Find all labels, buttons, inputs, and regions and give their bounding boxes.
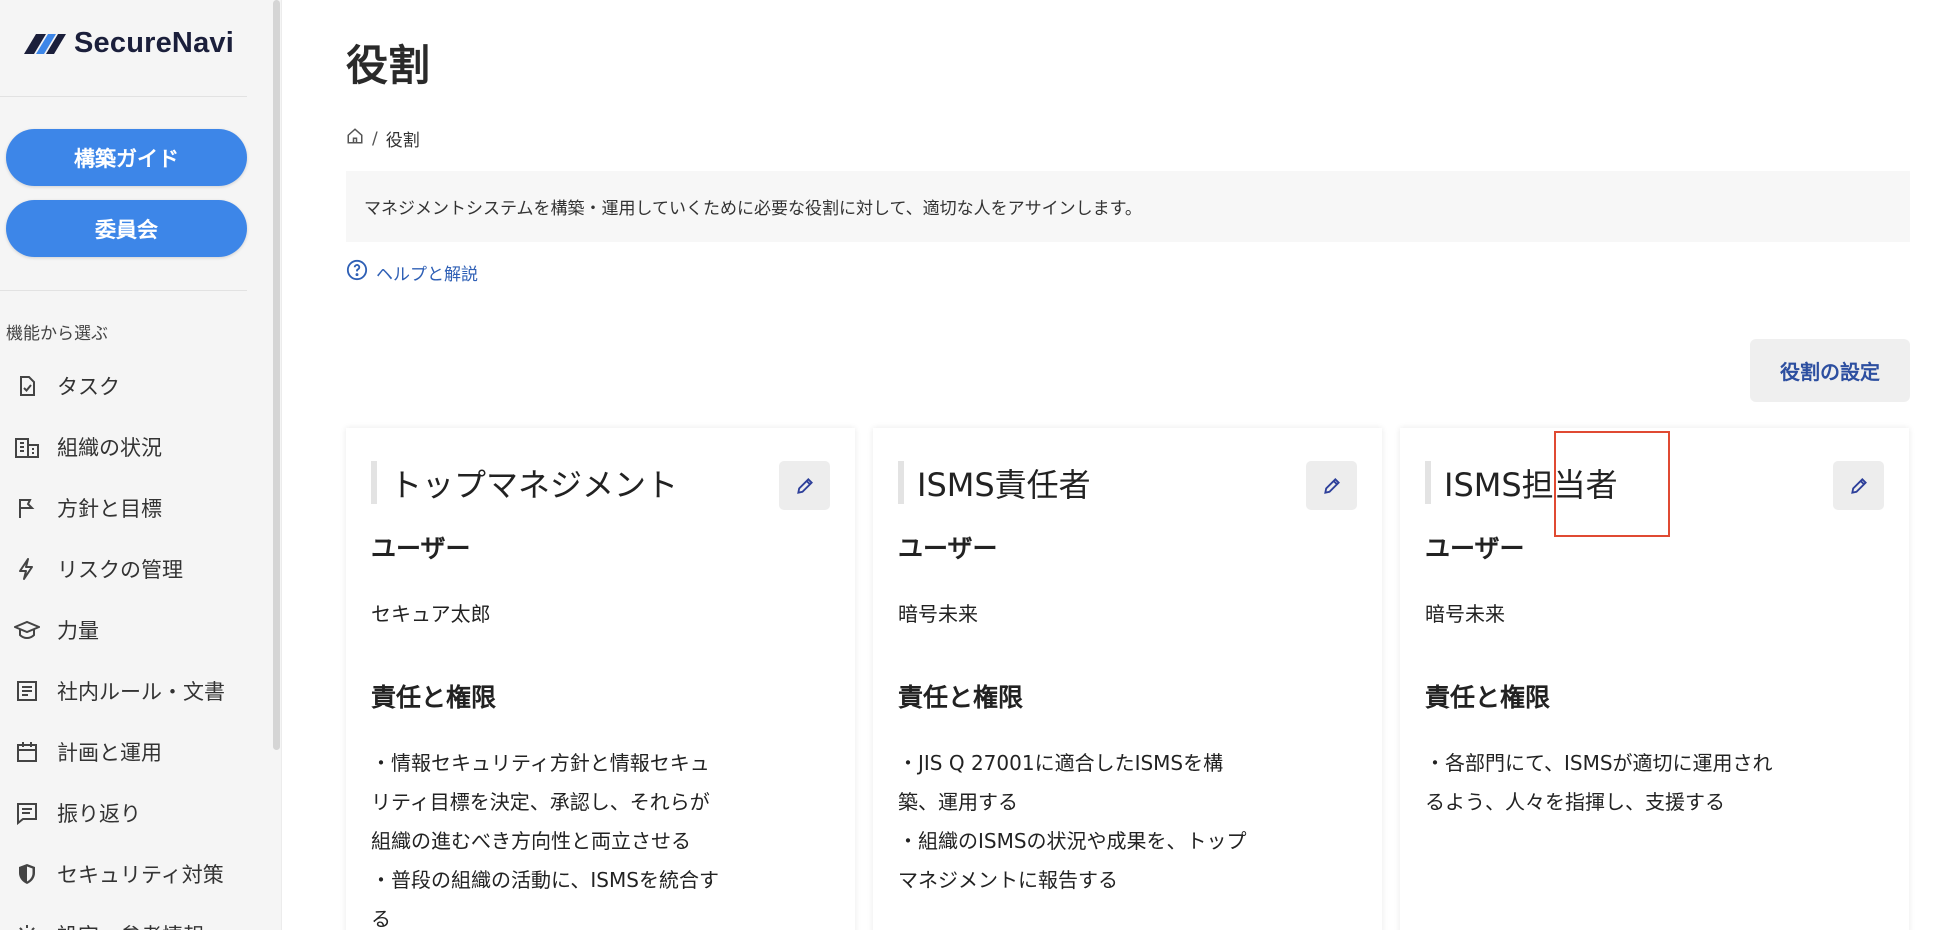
sidebar-nav: タスク 組織の状況 方針と目標 リスクの管理 力量 社内ルール・文書 計画と運用… (0, 355, 247, 930)
sidebar-item-review[interactable]: 振り返り (0, 782, 247, 843)
sidebar-item-label: リスクの管理 (57, 557, 183, 582)
sidebar-divider (0, 96, 247, 97)
home-icon[interactable] (346, 127, 364, 150)
sidebar-divider (0, 290, 247, 291)
role-card-top-management: トップマネジメント ユーザー セキュア太郎 責任と権限 ・情報セキュリティ方針と… (346, 428, 855, 930)
sidebar-item-policy[interactable]: 方針と目標 (0, 477, 247, 538)
sidebar-item-label: 計画と運用 (57, 740, 162, 765)
sidebar-item-label: 設定・参考情報 (57, 920, 204, 930)
highlight-box (1554, 431, 1670, 537)
pencil-icon (1850, 477, 1867, 494)
responsibility-text: ・JIS Q 27001に適合したISMSを構 築、運用する ・組織のISMSの… (898, 751, 1247, 892)
edit-role-button[interactable] (779, 461, 830, 510)
breadcrumb: / 役割 (346, 126, 420, 151)
help-circle-icon (346, 259, 368, 286)
sidebar-item-label: 組織の状況 (57, 435, 162, 460)
sidebar-item-documents[interactable]: 社内ルール・文書 (0, 660, 247, 721)
pencil-icon (1323, 477, 1340, 494)
role-card-isms-manager: ISMS責任者 ユーザー 暗号未来 責任と権限 ・JIS Q 27001に適合し… (873, 428, 1382, 930)
sidebar-item-risk[interactable]: リスクの管理 (0, 538, 247, 599)
user-heading: ユーザー (371, 534, 471, 563)
document-icon (14, 678, 40, 704)
flag-icon (14, 495, 40, 521)
responsibility-heading: 責任と権限 (1425, 683, 1551, 712)
sidebar-item-label: 振り返り (57, 801, 141, 826)
help-link-label: ヘルプと解説 (376, 265, 478, 285)
construction-guide-button[interactable]: 構築ガイド (6, 129, 247, 186)
securenavi-logo-icon (24, 34, 66, 54)
responsibility-text: ・各部門にて、ISMSが適切に運用され るよう、人々を指揮し、支援する (1425, 751, 1773, 814)
task-doc-icon (14, 373, 40, 399)
graduation-cap-icon (14, 617, 40, 643)
review-icon (14, 800, 40, 826)
edit-role-button[interactable] (1833, 461, 1884, 510)
lightning-icon (14, 556, 40, 582)
gear-icon (14, 922, 40, 930)
sidebar-item-planning[interactable]: 計画と運用 (0, 721, 247, 782)
assigned-user: セキュア太郎 (371, 602, 491, 626)
edit-role-button[interactable] (1306, 461, 1357, 510)
sidebar-item-label: タスク (57, 374, 120, 399)
assigned-user: 暗号未来 (1425, 602, 1505, 626)
breadcrumb-current: 役割 (385, 131, 420, 151)
sidebar-item-organization[interactable]: 組織の状況 (0, 416, 247, 477)
app-root: SecureNavi 構築ガイド 委員会 機能から選ぶ タスク 組織の状況 方針… (0, 0, 1948, 930)
sidebar-item-security[interactable]: セキュリティ対策 (0, 843, 247, 904)
responsibility-heading: 責任と権限 (371, 683, 497, 712)
user-heading: ユーザー (1425, 534, 1525, 563)
sidebar-item-label: 方針と目標 (57, 496, 162, 521)
shield-icon (14, 861, 40, 887)
committee-button[interactable]: 委員会 (6, 200, 247, 257)
sidebar: SecureNavi 構築ガイド 委員会 機能から選ぶ タスク 組織の状況 方針… (0, 0, 282, 930)
responsibility-heading: 責任と権限 (898, 683, 1024, 712)
help-link[interactable]: ヘルプと解説 (346, 259, 478, 286)
page-title: 役割 (346, 41, 431, 90)
sidebar-item-settings[interactable]: 設定・参考情報 (0, 904, 247, 930)
calendar-icon (14, 739, 40, 765)
role-card-title: ISMS責任者 (898, 461, 1091, 504)
assigned-user: 暗号未来 (898, 602, 978, 626)
sidebar-scrollbar[interactable] (273, 0, 280, 750)
main-content: 役割 / 役割 マネジメントシステムを構築・運用していくために必要な役割に対して… (282, 0, 1948, 930)
sidebar-item-label: 社内ルール・文書 (57, 679, 225, 704)
breadcrumb-separator: / (372, 128, 378, 149)
logo[interactable]: SecureNavi (22, 24, 234, 62)
building-icon (14, 434, 40, 460)
sidebar-item-label: 力量 (57, 618, 99, 643)
sidebar-section-label: 機能から選ぶ (6, 324, 108, 344)
sidebar-item-competence[interactable]: 力量 (0, 599, 247, 660)
sidebar-item-tasks[interactable]: タスク (0, 355, 247, 416)
sidebar-item-label: セキュリティ対策 (57, 862, 224, 887)
user-heading: ユーザー (898, 534, 998, 563)
page-description: マネジメントシステムを構築・運用していくために必要な役割に対して、適切な人をアサ… (346, 171, 1910, 242)
logo-text: SecureNavi (74, 26, 234, 59)
role-card-title: トップマネジメント (371, 461, 678, 504)
responsibility-text: ・情報セキュリティ方針と情報セキュ リティ目標を決定、承認し、それらが 組織の進… (371, 751, 719, 930)
pencil-icon (796, 477, 813, 494)
role-settings-button[interactable]: 役割の設定 (1750, 339, 1910, 402)
